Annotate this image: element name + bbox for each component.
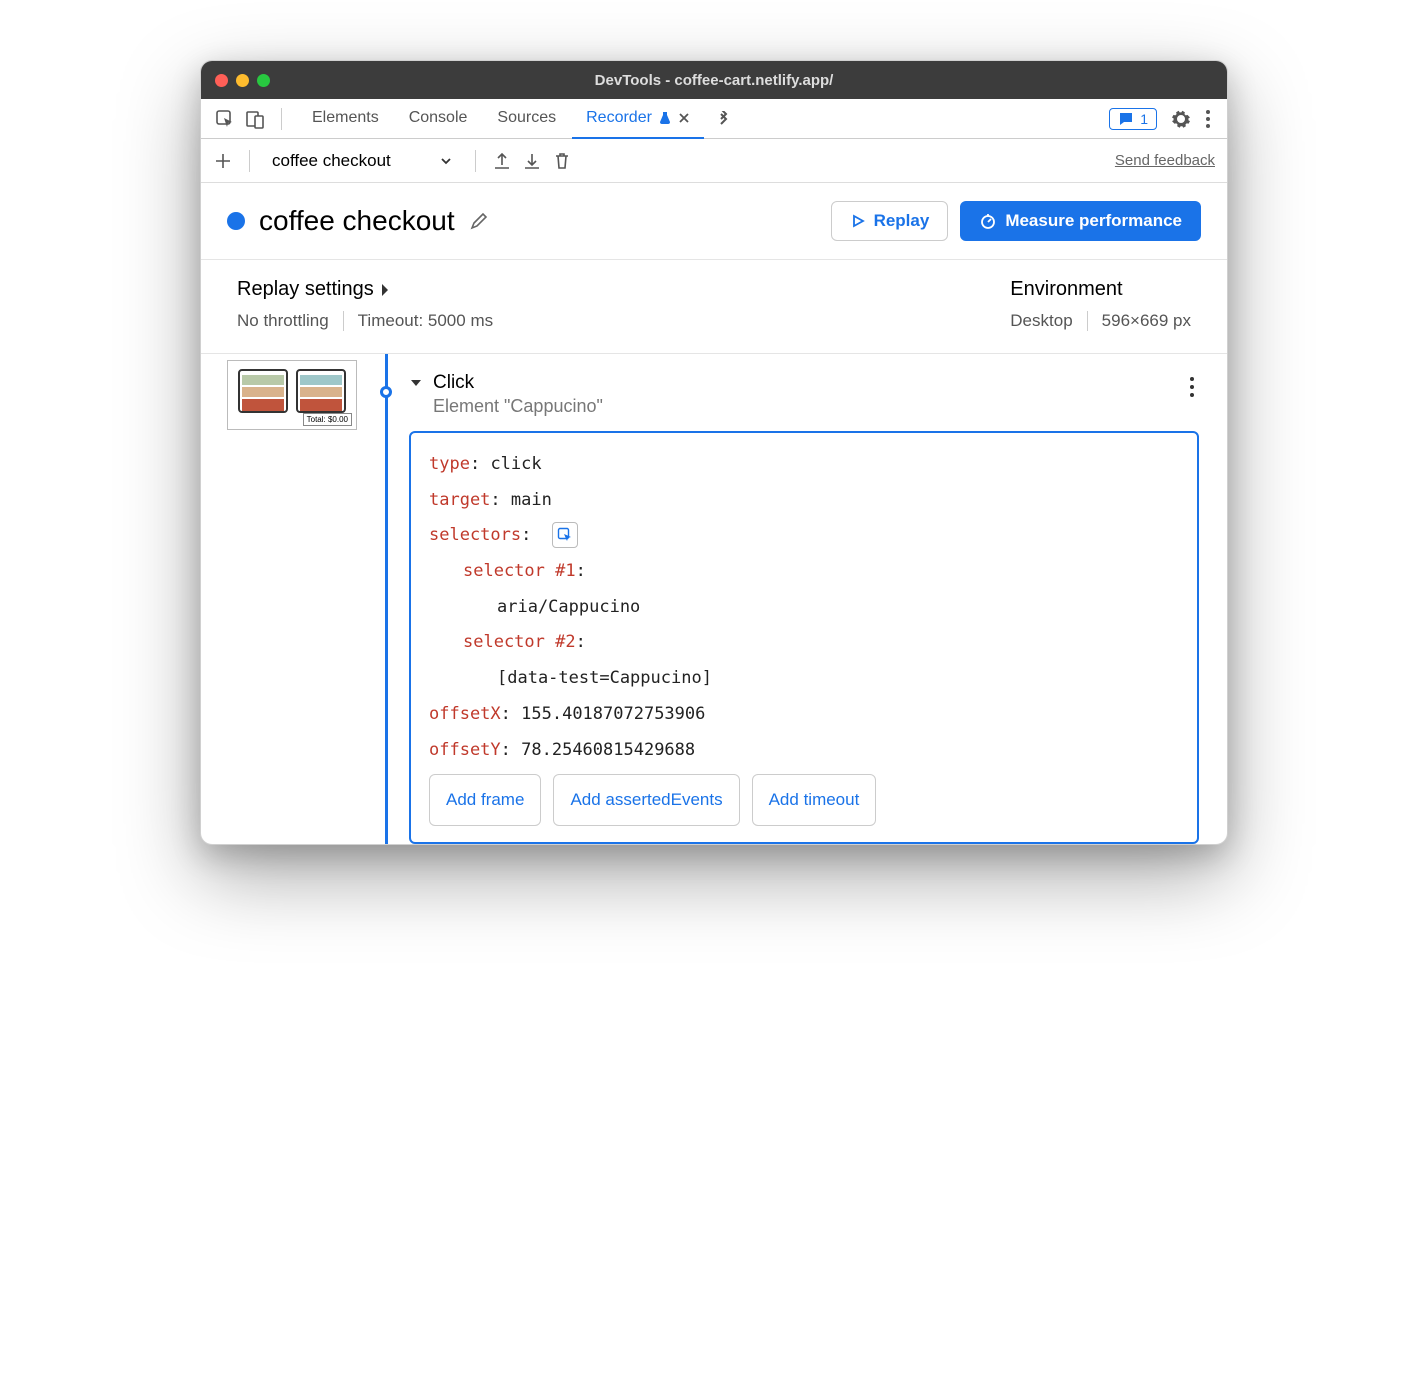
edit-title-icon[interactable]	[469, 211, 489, 231]
traffic-lights	[215, 74, 270, 87]
device-toolbar-icon[interactable]	[245, 109, 265, 129]
thumb-price: Total: $0.00	[303, 413, 352, 426]
recording-status-dot	[227, 212, 245, 230]
step-subtitle: Element "Cappucino"	[433, 396, 1175, 417]
gear-icon[interactable]	[1171, 109, 1191, 129]
separator	[475, 150, 476, 172]
val-offsety[interactable]: 78.25460815429688	[521, 740, 695, 760]
tab-elements[interactable]: Elements	[298, 99, 393, 139]
titlebar: DevTools - coffee-cart.netlify.app/	[201, 61, 1227, 99]
window-title: DevTools - coffee-cart.netlify.app/	[201, 72, 1227, 89]
recorder-toolbar: coffee checkout Send feedback	[201, 139, 1227, 183]
tab-recorder[interactable]: Recorder	[572, 99, 704, 139]
flask-icon	[658, 111, 672, 125]
recording-select-label: coffee checkout	[272, 151, 391, 171]
key-type: type	[429, 454, 470, 474]
close-window-button[interactable]	[215, 74, 228, 87]
key-selectors: selectors	[429, 525, 521, 545]
environment-heading: Environment	[1010, 278, 1191, 301]
tab-label: Elements	[312, 109, 379, 127]
timeline	[371, 354, 401, 844]
device-value: Desktop	[1010, 311, 1072, 331]
val-offsetx[interactable]: 155.40187072753906	[521, 704, 705, 724]
tab-label: Recorder	[586, 109, 652, 127]
recording-title: coffee checkout	[259, 205, 455, 237]
add-frame-button[interactable]: Add frame	[429, 774, 541, 826]
import-icon[interactable]	[522, 151, 542, 171]
key-selector-1: selector #1	[463, 561, 576, 581]
separator	[281, 108, 282, 130]
kebab-menu-icon[interactable]	[1205, 109, 1211, 129]
recording-header: coffee checkout Replay Measure performan…	[201, 183, 1227, 259]
tab-label: Sources	[497, 109, 556, 127]
step-thumbnail[interactable]: Total: $0.00	[227, 360, 357, 430]
tab-console[interactable]: Console	[395, 99, 482, 139]
val-type[interactable]: click	[490, 454, 541, 474]
recording-select[interactable]: coffee checkout	[266, 151, 459, 171]
delete-icon[interactable]	[552, 151, 572, 171]
separator	[1087, 311, 1088, 331]
chevron-down-icon[interactable]	[409, 376, 423, 390]
panel-tabbar: Elements Console Sources Recorder 1	[201, 99, 1227, 139]
tab-label: Console	[409, 109, 468, 127]
measure-performance-button[interactable]: Measure performance	[960, 201, 1201, 241]
timeout-value: Timeout: 5000 ms	[358, 311, 493, 331]
add-asserted-events-button[interactable]: Add assertedEvents	[553, 774, 739, 826]
viewport-value: 596×669 px	[1102, 311, 1191, 331]
key-offsetx: offsetX	[429, 704, 501, 724]
replay-button[interactable]: Replay	[831, 201, 949, 241]
separator	[249, 150, 250, 172]
replay-settings-label: Replay settings	[237, 278, 374, 301]
key-selector-2: selector #2	[463, 632, 576, 652]
close-tab-icon[interactable]	[678, 112, 690, 124]
step-details-panel: type: click target: main selectors: sele…	[409, 431, 1199, 844]
new-recording-icon[interactable]	[213, 151, 233, 171]
tab-sources[interactable]: Sources	[483, 99, 570, 139]
export-icon[interactable]	[492, 151, 512, 171]
separator	[343, 311, 344, 331]
val-selector-2[interactable]: [data-test=Cappucino]	[497, 668, 712, 688]
step-title: Click	[433, 372, 1175, 394]
devtools-window: DevTools - coffee-cart.netlify.app/ Elem…	[200, 60, 1228, 845]
chevron-right-icon	[380, 283, 390, 297]
replay-settings-heading[interactable]: Replay settings	[237, 278, 493, 301]
issues-count: 1	[1140, 111, 1148, 127]
step-kebab-menu[interactable]	[1185, 372, 1199, 402]
measure-label: Measure performance	[1005, 211, 1182, 231]
send-feedback-link[interactable]: Send feedback	[1115, 152, 1215, 169]
key-target: target	[429, 490, 490, 510]
key-offsety: offsetY	[429, 740, 501, 760]
minimize-window-button[interactable]	[236, 74, 249, 87]
more-tabs-icon[interactable]	[706, 111, 742, 127]
inspect-element-icon[interactable]	[215, 109, 235, 129]
chevron-down-icon	[439, 154, 453, 168]
maximize-window-button[interactable]	[257, 74, 270, 87]
val-target[interactable]: main	[511, 490, 552, 510]
add-timeout-button[interactable]: Add timeout	[752, 774, 877, 826]
val-selector-1[interactable]: aria/Cappucino	[497, 597, 640, 617]
replay-label: Replay	[874, 211, 930, 231]
issues-badge[interactable]: 1	[1109, 108, 1157, 130]
steps-area: Total: $0.00 Click Element "Cappucino"	[201, 354, 1227, 844]
throttling-value: No throttling	[237, 311, 329, 331]
timeline-step-dot	[380, 386, 392, 398]
settings-bar: Replay settings No throttling Timeout: 5…	[201, 259, 1227, 354]
pick-selector-icon[interactable]	[552, 522, 578, 548]
